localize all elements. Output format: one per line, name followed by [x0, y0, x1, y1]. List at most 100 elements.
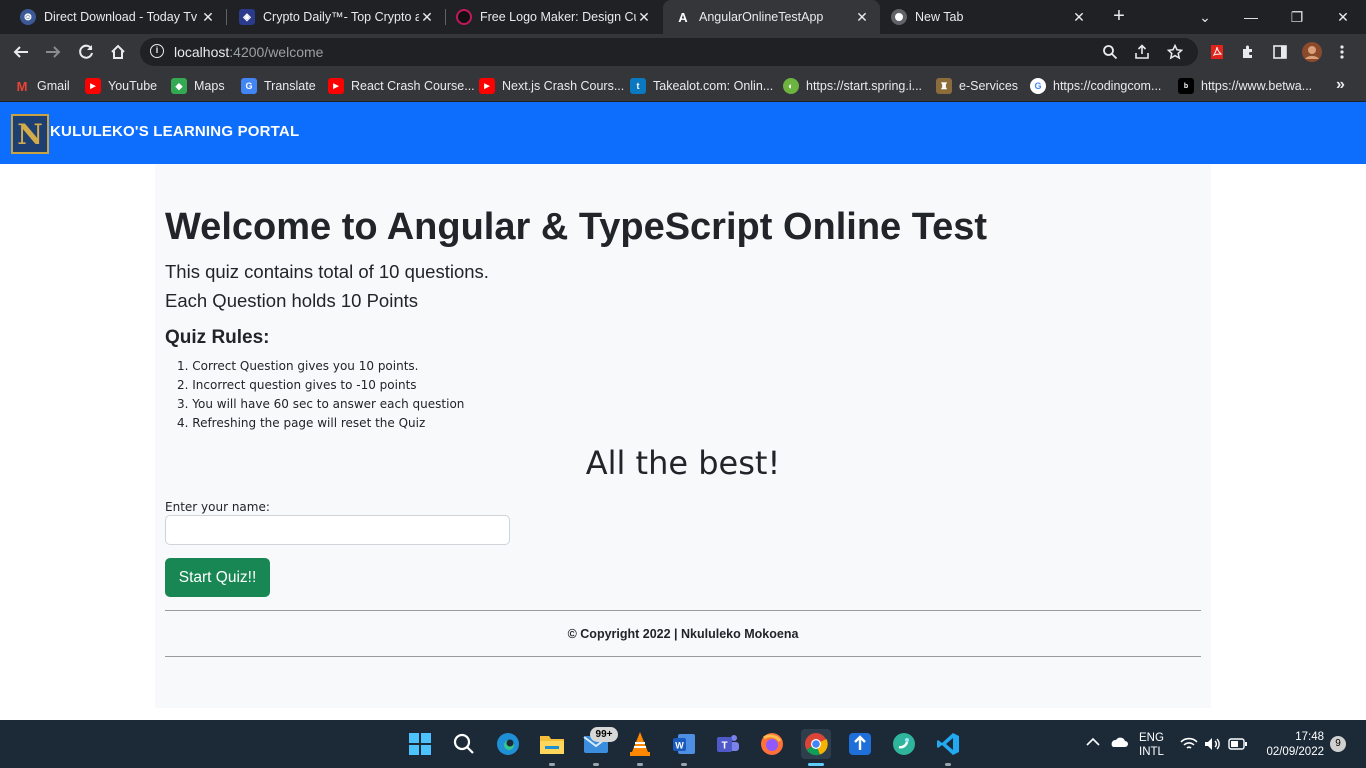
- coat-of-arms-icon: ♜: [936, 78, 952, 94]
- edge-browser-icon[interactable]: [493, 729, 523, 759]
- youtube-icon: ▶: [328, 78, 344, 94]
- whatsapp-style-icon[interactable]: [889, 729, 919, 759]
- bookmark-spring[interactable]: ◐ https://start.spring.i...: [783, 76, 922, 96]
- rules-list: 1. Correct Question gives you 10 points.…: [177, 357, 464, 433]
- bookmark-react-crash-course[interactable]: ▶ React Crash Course...: [328, 76, 475, 96]
- rule-item: 1. Correct Question gives you 10 points.: [177, 359, 419, 373]
- puzzle-extensions-icon[interactable]: [1238, 42, 1258, 62]
- forward-arrow-icon[interactable]: [41, 40, 65, 64]
- shield-icon: ◈: [239, 9, 255, 25]
- brand-title[interactable]: KULULEKO'S LEARNING PORTAL: [50, 123, 299, 140]
- wifi-icon[interactable]: [1180, 737, 1198, 754]
- start-menu-icon[interactable]: [405, 729, 435, 759]
- bookmark-takealot[interactable]: t Takealot.com: Onlin...: [630, 76, 773, 96]
- mail-unread-badge: 99+: [590, 727, 618, 742]
- back-arrow-icon[interactable]: [9, 40, 33, 64]
- bookmark-maps[interactable]: ◆ Maps: [171, 76, 225, 96]
- tab-search-button[interactable]: ⌄: [1182, 0, 1228, 34]
- bookmark-gmail[interactable]: M Gmail: [14, 76, 70, 96]
- battery-icon[interactable]: [1228, 738, 1248, 753]
- page-title: Welcome to Angular & TypeScript Online T…: [165, 206, 988, 248]
- word-icon[interactable]: W: [669, 729, 699, 759]
- copyright-text: © Copyright 2022 | Nkululeko Mokoena: [567, 627, 799, 641]
- spring-icon: ◐: [783, 78, 799, 94]
- translate-icon: G: [241, 78, 257, 94]
- more-vertical-icon[interactable]: [1332, 42, 1352, 62]
- firefox-icon[interactable]: [757, 729, 787, 759]
- tab-close-icon[interactable]: ✕: [1071, 9, 1087, 26]
- rule-item: 4. Refreshing the page will reset the Qu…: [177, 416, 426, 430]
- search-icon[interactable]: [449, 729, 479, 759]
- intro-points: Each Question holds 10 Points: [165, 290, 418, 311]
- vlc-icon[interactable]: [625, 729, 655, 759]
- bookmark-label: e-Services: [959, 79, 1019, 93]
- tab-close-icon[interactable]: ✕: [636, 9, 652, 26]
- name-label: Enter your name:: [165, 500, 270, 514]
- tab-close-icon[interactable]: ✕: [419, 9, 435, 26]
- tab-logo-maker[interactable]: Free Logo Maker: Design Cus ✕: [446, 0, 662, 34]
- bookmark-codingcom[interactable]: G https://codingcom...: [1030, 76, 1161, 96]
- zoom-icon[interactable]: [1100, 42, 1120, 62]
- keyboard-layout: INTL: [1139, 746, 1164, 758]
- bookmark-translate[interactable]: G Translate: [241, 76, 316, 96]
- close-window-button[interactable]: ✕: [1320, 0, 1366, 34]
- url-text[interactable]: localhost:4200/welcome: [174, 44, 323, 60]
- address-bar[interactable]: i localhost:4200/welcome: [140, 38, 1198, 66]
- file-explorer-icon[interactable]: [537, 729, 567, 759]
- upload-app-icon[interactable]: [845, 729, 875, 759]
- bookmark-e-services[interactable]: ♜ e-Services: [936, 76, 1018, 96]
- name-input[interactable]: [165, 515, 510, 545]
- volume-icon[interactable]: [1204, 737, 1222, 754]
- home-icon[interactable]: [106, 40, 130, 64]
- language-indicator[interactable]: ENG INTL: [1139, 731, 1164, 759]
- minimize-button[interactable]: —: [1228, 0, 1274, 34]
- reload-icon[interactable]: [74, 40, 98, 64]
- bookmark-betway[interactable]: b https://www.betwa...: [1178, 76, 1312, 96]
- side-panel-icon[interactable]: [1270, 42, 1290, 62]
- bookmarks-overflow-icon[interactable]: »: [1336, 76, 1345, 94]
- good-luck-message: All the best!: [585, 444, 781, 482]
- bookmark-label: https://start.spring.i...: [806, 79, 923, 93]
- start-quiz-button[interactable]: Start Quiz!!: [165, 558, 270, 597]
- tab-crypto-daily[interactable]: ◈ Crypto Daily™- Top Crypto ar ✕: [227, 0, 445, 34]
- running-indicator: [945, 763, 951, 766]
- share-icon[interactable]: [1132, 42, 1152, 62]
- tab-angular-online-test[interactable]: A AngularOnlineTestApp ✕: [663, 0, 880, 34]
- new-tab-button[interactable]: +: [1107, 5, 1131, 29]
- browser-toolbar: i localhost:4200/welcome: [0, 34, 1366, 70]
- restore-button[interactable]: ❐: [1274, 0, 1320, 34]
- notification-count-badge[interactable]: 9: [1330, 736, 1346, 752]
- running-indicator: [593, 763, 599, 766]
- tab-title: Direct Download - Today Tv S: [44, 10, 200, 24]
- pdf-extension-icon[interactable]: [1207, 42, 1227, 62]
- maps-icon: ◆: [171, 78, 187, 94]
- tab-close-icon[interactable]: ✕: [200, 9, 216, 26]
- rules-heading: Quiz Rules:: [165, 327, 270, 348]
- avatar[interactable]: [1302, 42, 1322, 62]
- page-viewport: N KULULEKO'S LEARNING PORTAL Welcome to …: [0, 102, 1366, 720]
- bookmark-label: Gmail: [37, 79, 70, 93]
- bookmark-label: Translate: [264, 79, 316, 93]
- browser-tab-strip: ⊛ Direct Download - Today Tv S ✕ ◈ Crypt…: [0, 0, 1366, 34]
- chrome-taskbar-icon[interactable]: [801, 729, 831, 759]
- site-info-icon[interactable]: i: [150, 44, 164, 58]
- bookmark-youtube[interactable]: ▶ YouTube: [85, 76, 157, 96]
- footer-divider-bottom: [165, 656, 1201, 657]
- footer-divider-top: [165, 610, 1201, 611]
- welcome-container: Welcome to Angular & TypeScript Online T…: [155, 164, 1211, 708]
- tab-title: New Tab: [915, 10, 964, 24]
- bookmark-nextjs-crash-course[interactable]: ▶ Next.js Crash Cours...: [479, 76, 624, 96]
- tab-new-tab[interactable]: New Tab ✕: [881, 0, 1097, 34]
- brand-logo[interactable]: N: [11, 114, 49, 154]
- chrome-icon: [891, 9, 907, 25]
- tray-overflow-chevron-icon[interactable]: [1086, 736, 1100, 750]
- teams-icon[interactable]: T: [713, 729, 743, 759]
- bookmark-star-icon[interactable]: [1165, 42, 1185, 62]
- vscode-icon[interactable]: [933, 729, 963, 759]
- tab-close-icon[interactable]: ✕: [854, 9, 870, 26]
- onedrive-cloud-icon[interactable]: [1108, 736, 1128, 751]
- active-app-indicator: [808, 763, 824, 766]
- tab-direct-download[interactable]: ⊛ Direct Download - Today Tv S ✕: [0, 0, 226, 34]
- tab-title: Crypto Daily™- Top Crypto ar: [263, 10, 419, 24]
- clock[interactable]: 17:48 02/09/2022: [1258, 730, 1324, 760]
